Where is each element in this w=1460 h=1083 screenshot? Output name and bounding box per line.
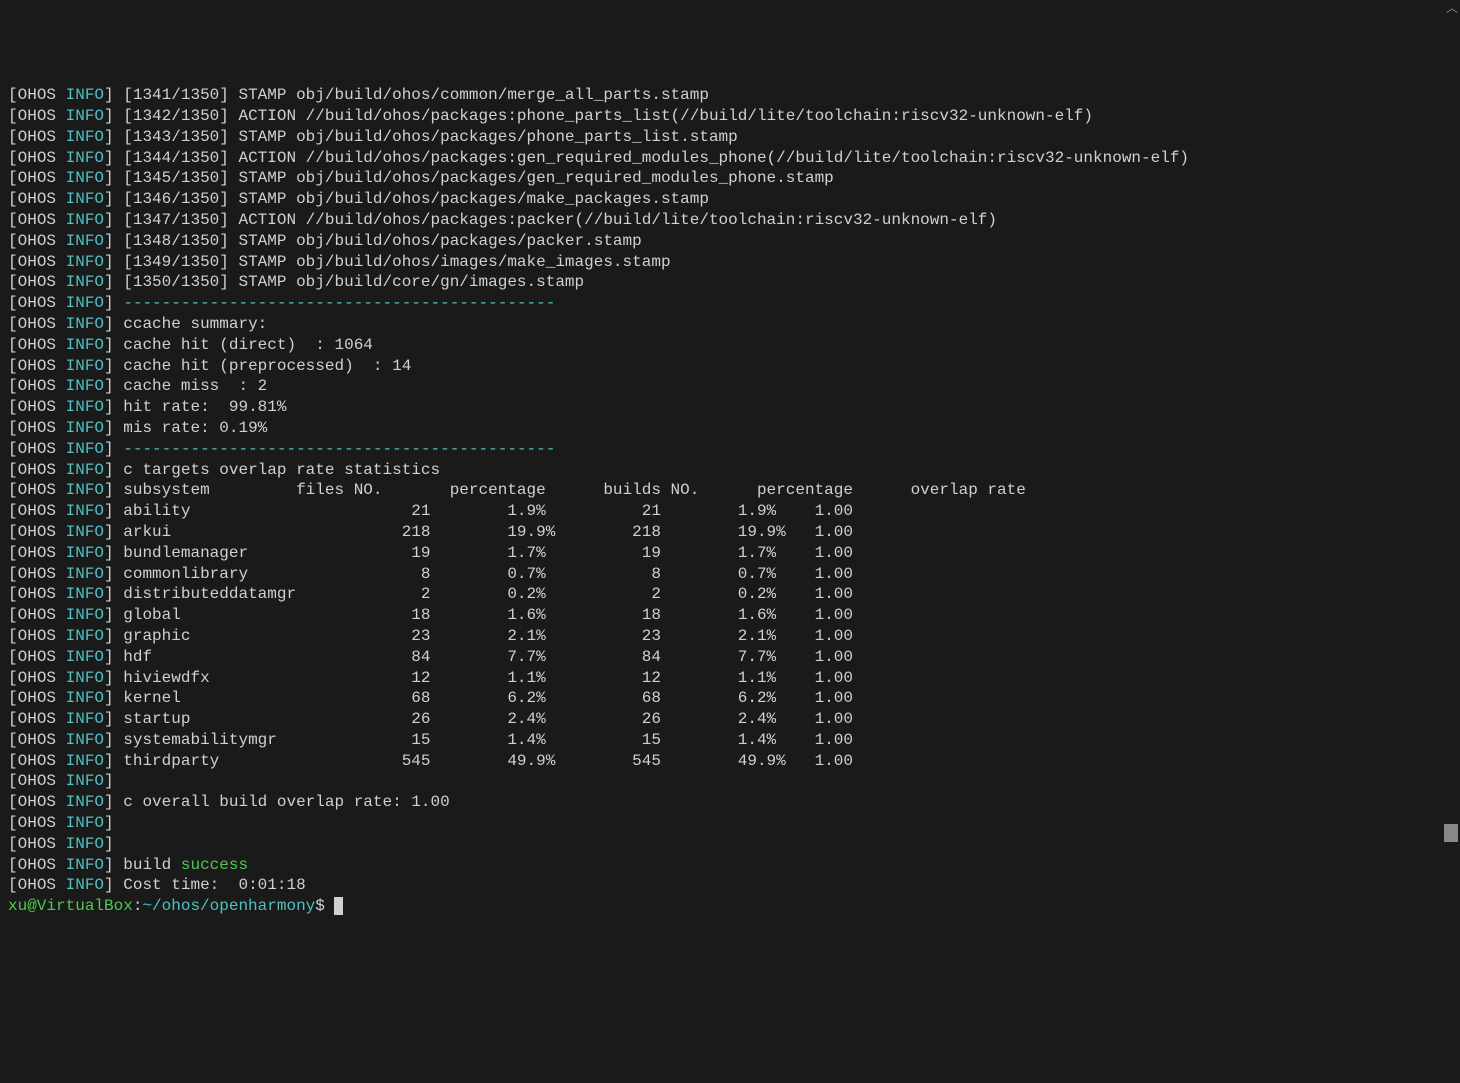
log-line: [OHOS INFO] [1341/1350] STAMP obj/build/… [8, 85, 1452, 106]
log-line: [OHOS INFO] [1349/1350] STAMP obj/build/… [8, 252, 1452, 273]
stats-row: [OHOS INFO] global 18 1.6% 18 1.6% 1.00 [8, 605, 1452, 626]
scrollbar-up-arrow[interactable]: ︿ [1446, 2, 1456, 16]
stats-row: [OHOS INFO] ability 21 1.9% 21 1.9% 1.00 [8, 501, 1452, 522]
stats-row: [OHOS INFO] graphic 23 2.1% 23 2.1% 1.00 [8, 626, 1452, 647]
stats-row: [OHOS INFO] arkui 218 19.9% 218 19.9% 1.… [8, 522, 1452, 543]
log-line: [OHOS INFO] mis rate: 0.19% [8, 418, 1452, 439]
log-line: [OHOS INFO] [1350/1350] STAMP obj/build/… [8, 272, 1452, 293]
build-status: [OHOS INFO] build success [8, 855, 1452, 876]
log-line: [OHOS INFO] hit rate: 99.81% [8, 397, 1452, 418]
log-line: [OHOS INFO] [1342/1350] ACTION //build/o… [8, 106, 1452, 127]
terminal-output[interactable]: [OHOS INFO] [1341/1350] STAMP obj/build/… [8, 83, 1452, 917]
log-line: [OHOS INFO] [1344/1350] ACTION //build/o… [8, 148, 1452, 169]
log-line: [OHOS INFO] ----------------------------… [8, 293, 1452, 314]
cursor [334, 897, 343, 915]
log-line: [OHOS INFO] [8, 834, 1452, 855]
log-line: [OHOS INFO] [1345/1350] STAMP obj/build/… [8, 168, 1452, 189]
scrollbar-thumb[interactable] [1444, 824, 1458, 842]
log-line: [OHOS INFO] cache hit (preprocessed) : 1… [8, 356, 1452, 377]
log-line: [OHOS INFO] cache hit (direct) : 1064 [8, 335, 1452, 356]
log-line: [OHOS INFO] ----------------------------… [8, 439, 1452, 460]
log-line: [OHOS INFO] [1343/1350] STAMP obj/build/… [8, 127, 1452, 148]
stats-header: [OHOS INFO] subsystem files NO. percenta… [8, 480, 1452, 501]
shell-prompt[interactable]: xu@VirtualBox:~/ohos/openharmony$ [8, 896, 1452, 917]
log-line: [OHOS INFO] [8, 813, 1452, 834]
log-line: [OHOS INFO] [1346/1350] STAMP obj/build/… [8, 189, 1452, 210]
stats-row: [OHOS INFO] distributeddatamgr 2 0.2% 2 … [8, 584, 1452, 605]
log-line: [OHOS INFO] [8, 771, 1452, 792]
stats-row: [OHOS INFO] startup 26 2.4% 26 2.4% 1.00 [8, 709, 1452, 730]
stats-row: [OHOS INFO] thirdparty 545 49.9% 545 49.… [8, 751, 1452, 772]
stats-row: [OHOS INFO] hdf 84 7.7% 84 7.7% 1.00 [8, 647, 1452, 668]
log-line: [OHOS INFO] c overall build overlap rate… [8, 792, 1452, 813]
stats-row: [OHOS INFO] systemabilitymgr 15 1.4% 15 … [8, 730, 1452, 751]
log-line: [OHOS INFO] [1347/1350] ACTION //build/o… [8, 210, 1452, 231]
stats-row: [OHOS INFO] kernel 68 6.2% 68 6.2% 1.00 [8, 688, 1452, 709]
log-line: [OHOS INFO] c targets overlap rate stati… [8, 460, 1452, 481]
stats-row: [OHOS INFO] commonlibrary 8 0.7% 8 0.7% … [8, 564, 1452, 585]
stats-row: [OHOS INFO] hiviewdfx 12 1.1% 12 1.1% 1.… [8, 668, 1452, 689]
log-line: [OHOS INFO] Cost time: 0:01:18 [8, 875, 1452, 896]
log-line: [OHOS INFO] [1348/1350] STAMP obj/build/… [8, 231, 1452, 252]
log-line: [OHOS INFO] ccache summary: [8, 314, 1452, 335]
log-line: [OHOS INFO] cache miss : 2 [8, 376, 1452, 397]
stats-row: [OHOS INFO] bundlemanager 19 1.7% 19 1.7… [8, 543, 1452, 564]
